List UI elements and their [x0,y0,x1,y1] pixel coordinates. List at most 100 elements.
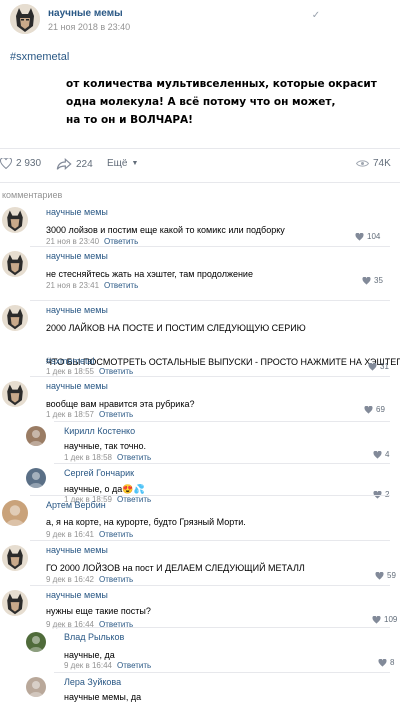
comment-like-count: 31 [380,362,389,371]
comment-divider [54,672,390,673]
comment-like-button[interactable]: 69 [364,405,385,414]
post-options-icon[interactable]: ✓ [310,10,322,22]
comment-date[interactable]: 9 дек в 16:41 [46,530,94,539]
comment-date[interactable]: 9 дек в 16:44 [64,661,112,670]
comment-divider [30,300,390,301]
divider [0,148,400,149]
comment-like-button[interactable]: 104 [355,232,380,241]
wolverine-avatar-icon [7,254,23,276]
comment-avatar[interactable] [2,545,28,571]
comment-author[interactable]: Сергей Гончарик [64,468,134,478]
comment-date[interactable]: 1 дек в 18:58 [64,453,112,462]
more-button[interactable]: Ещё ▼ [107,158,138,169]
heart-icon [378,658,387,667]
comment-author[interactable]: Артем Вербин [46,500,106,510]
reply-link[interactable]: Ответить [117,453,151,462]
share-count: 224 [76,158,93,170]
comment-like-count: 104 [367,232,381,241]
comment-avatar[interactable] [26,677,46,697]
comment-author[interactable]: научные мемы [46,590,108,600]
comment-like-button[interactable]: 59 [375,571,396,580]
reply-link[interactable]: Ответить [99,530,133,539]
user-photo-icon [28,430,44,446]
comment-author[interactable]: научные мемы [46,545,108,555]
comment-hashtag[interactable]: #sxmemetal [46,356,95,366]
user-photo-icon [28,472,44,488]
comment-text: ГО 2000 ЛОЙЗОВ на пост И ДЕЛАЕМ СЛЕДУЮЩИ… [46,563,305,573]
heart-icon [372,615,381,624]
comment-like-button[interactable]: 109 [372,615,397,624]
comment-author[interactable]: Влад Рыльков [64,632,124,642]
like-button[interactable]: 2 930 [0,158,41,169]
more-label: Ещё [107,158,128,169]
comment-meta: 21 ноя в 23:40 Ответить [46,237,138,246]
heart-icon [362,276,371,285]
reply-link[interactable]: Ответить [104,237,138,246]
comment-text: вообще вам нравится эта рубрика? [46,399,195,409]
comment-divider [54,463,390,464]
comment-date[interactable]: 9 дек в 16:42 [46,575,94,584]
share-arrow-icon [56,158,72,170]
wolverine-avatar-icon [7,384,23,406]
post-header: научные мемы 21 ноя 2018 в 23:40 ✓ [0,0,400,40]
user-photo-icon [5,505,25,526]
eye-icon [356,160,369,167]
comment-date[interactable]: 21 ноя в 23:40 [46,237,99,246]
comment-date[interactable]: 21 ноя в 23:41 [46,281,99,290]
post-hashtag[interactable]: #sxmemetal [10,51,69,63]
reply-link[interactable]: Ответить [99,575,133,584]
comment-like-count: 59 [387,571,396,580]
comment-like-button[interactable]: 31 [368,362,389,371]
comment-date[interactable]: 1 дек в 18:55 [46,367,94,376]
comment-like-button[interactable]: 4 [373,450,389,459]
post-image-line: на то он и ВОЛЧАРА! [66,114,193,126]
comment-text: научные, так точно. [64,441,146,451]
comment-author[interactable]: Кирилл Костенко [64,426,135,436]
comment-avatar[interactable] [26,468,46,488]
share-button[interactable]: 224 [56,158,93,170]
comment-text: ЧТО БЫ ПОСМОТРЕТЬ ОСТАЛЬНЫЕ ВЫПУСКИ - ПР… [46,357,400,367]
post-image-line: одна молекула! А всё потому что он может… [66,96,336,108]
community-avatar[interactable] [10,4,40,34]
comment-text: научные, да [64,650,115,660]
comment-author[interactable]: научные мемы [46,305,108,315]
comment-meta: 1 дек в 18:57 Ответить [46,410,133,419]
comment-avatar[interactable] [26,632,46,652]
reply-link[interactable]: Ответить [117,661,151,670]
comment-author[interactable]: научные мемы [46,381,108,391]
comment-like-count: 109 [384,615,398,624]
reply-link[interactable]: Ответить [99,367,133,376]
comment-avatar[interactable] [2,381,28,407]
wolverine-avatar-icon [7,593,23,615]
comment-avatar[interactable] [2,251,28,277]
post-image[interactable]: от количества мультивселенных, которые о… [54,72,377,134]
comment-author[interactable]: научные мемы [46,251,108,261]
comment-divider [30,540,390,541]
comment-author[interactable]: Лера Зуйкова [64,677,121,687]
comment-avatar[interactable] [2,500,28,526]
comment-avatar[interactable] [26,426,46,446]
comment-like-button[interactable]: 35 [362,276,383,285]
comment-avatar[interactable] [2,590,28,616]
heart-icon [375,571,384,580]
post-author-name[interactable]: научные мемы [48,8,123,19]
comment-like-button[interactable]: 8 [378,658,394,667]
reply-link[interactable]: Ответить [117,495,151,504]
post-actions: 2 930 224 Ещё ▼ 74K [0,154,400,176]
comment-text: а, я на корте, на курорте, будто Грязный… [46,517,246,527]
reply-link[interactable]: Ответить [99,410,133,419]
comment-avatar[interactable] [2,207,28,233]
divider [0,182,400,183]
like-count: 2 930 [16,158,42,169]
user-photo-icon [28,636,44,652]
views-count: 74K [373,158,391,169]
heart-icon [364,405,373,414]
comment-date[interactable]: 1 дек в 18:57 [46,410,94,419]
comments-header: комментариев [2,190,63,200]
reply-link[interactable]: Ответить [104,281,138,290]
comment-avatar[interactable] [2,305,28,331]
post-date[interactable]: 21 ноя 2018 в 23:40 [48,22,130,32]
comment-like-count: 69 [376,405,385,414]
comment-author[interactable]: научные мемы [46,207,108,217]
comment-like-count: 35 [374,276,383,285]
